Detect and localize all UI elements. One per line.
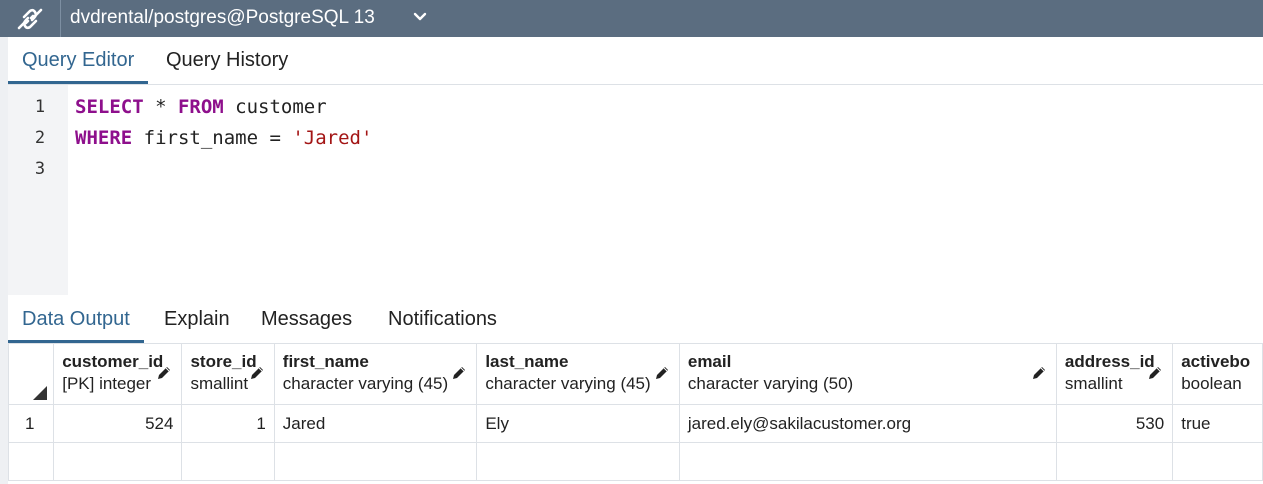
- tab-messages[interactable]: Messages: [247, 296, 366, 342]
- column-header-activebo[interactable]: activebo boolean: [1172, 343, 1263, 405]
- column-type: character varying (45): [485, 374, 651, 393]
- empty-cell: [1172, 442, 1263, 481]
- column-header-address-id[interactable]: address_id smallint: [1055, 343, 1174, 405]
- code-line[interactable]: [75, 154, 372, 185]
- column-type: character varying (45): [282, 374, 449, 393]
- sql-editor[interactable]: 1 2 3 SELECT * FROM customer WHERE first_…: [8, 85, 1263, 295]
- tab-explain[interactable]: Explain: [150, 296, 244, 342]
- edit-pencil-icon[interactable]: [248, 364, 266, 387]
- line-number: 1: [34, 97, 46, 117]
- empty-cell: [476, 442, 680, 481]
- column-header-last-name[interactable]: last_name character varying (45): [476, 343, 680, 405]
- results-grid: customer_id [PK] integer store_id smallint f…: [7, 343, 1263, 484]
- code-line[interactable]: WHERE first_name = 'Jared': [75, 123, 372, 154]
- edit-pencil-icon[interactable]: [1146, 364, 1164, 387]
- line-number: 2: [34, 128, 46, 148]
- column-name: last_name: [485, 352, 569, 371]
- sql-text: customer: [223, 96, 327, 118]
- table-row[interactable]: 1 524 1 Jared Ely jared.ely@sakilacustomer.or…: [7, 404, 1263, 443]
- empty-cell: [7, 442, 55, 481]
- select-all-corner[interactable]: [7, 343, 55, 405]
- column-header-first-name[interactable]: first_name character varying (45): [273, 343, 478, 405]
- row-number[interactable]: 1: [7, 404, 55, 443]
- column-header-email[interactable]: email character varying (50): [678, 343, 1057, 405]
- connection-title[interactable]: dvdrental/postgres@PostgreSQL 13: [70, 7, 375, 29]
- left-panel-edge: [0, 37, 8, 484]
- chevron-down-icon[interactable]: [412, 9, 428, 30]
- table-cell[interactable]: jared.ely@sakilacustomer.org: [678, 404, 1057, 443]
- empty-row: [7, 442, 1263, 481]
- table-cell[interactable]: 530: [1055, 404, 1174, 443]
- line-number-gutter: 1 2 3: [8, 85, 68, 295]
- column-header-store-id[interactable]: store_id smallint: [181, 343, 275, 405]
- code-line[interactable]: SELECT * FROM customer: [75, 92, 372, 123]
- tab-notifications[interactable]: Notifications: [374, 296, 511, 342]
- empty-cell: [53, 442, 183, 481]
- tab-query-history[interactable]: Query History: [152, 37, 302, 83]
- table-cell[interactable]: Ely: [476, 404, 680, 443]
- column-name: activebo: [1181, 352, 1251, 371]
- column-name: email: [687, 352, 732, 371]
- output-tabs: Data Output Explain Messages Notificatio…: [8, 296, 1263, 344]
- sql-keyword: FROM: [177, 96, 224, 118]
- edit-pencil-icon[interactable]: [653, 364, 671, 387]
- sql-keyword: SELECT: [75, 96, 144, 118]
- column-header-customer-id[interactable]: customer_id [PK] integer: [53, 343, 183, 405]
- edit-pencil-icon[interactable]: [155, 364, 173, 387]
- tab-query-editor[interactable]: Query Editor: [8, 37, 149, 84]
- edit-pencil-icon[interactable]: [450, 364, 468, 387]
- table-cell[interactable]: 1: [181, 404, 275, 443]
- column-type: boolean: [1181, 374, 1242, 393]
- line-number: 3: [34, 159, 46, 179]
- title-bar: dvdrental/postgres@PostgreSQL 13: [0, 0, 1263, 37]
- sql-string: 'Jared': [292, 127, 373, 149]
- editor-tabs: Query Editor Query History: [8, 37, 1263, 85]
- sql-text: *: [143, 96, 178, 118]
- table-cell[interactable]: 524: [53, 404, 183, 443]
- sql-code[interactable]: SELECT * FROM customer WHERE first_name =…: [75, 92, 372, 185]
- tab-data-output[interactable]: Data Output: [8, 296, 144, 343]
- column-name: first_name: [282, 352, 369, 371]
- column-type: character varying (50): [687, 374, 854, 393]
- disconnect-icon[interactable]: [0, 0, 61, 37]
- edit-pencil-icon[interactable]: [1030, 364, 1048, 387]
- empty-cell: [273, 442, 478, 481]
- empty-cell: [181, 442, 275, 481]
- table-cell[interactable]: Jared: [273, 404, 478, 443]
- table-cell[interactable]: true: [1172, 404, 1263, 443]
- empty-cell: [1055, 442, 1174, 481]
- empty-cell: [678, 442, 1057, 481]
- sql-text: first_name =: [132, 127, 293, 149]
- sql-keyword: WHERE: [75, 127, 133, 149]
